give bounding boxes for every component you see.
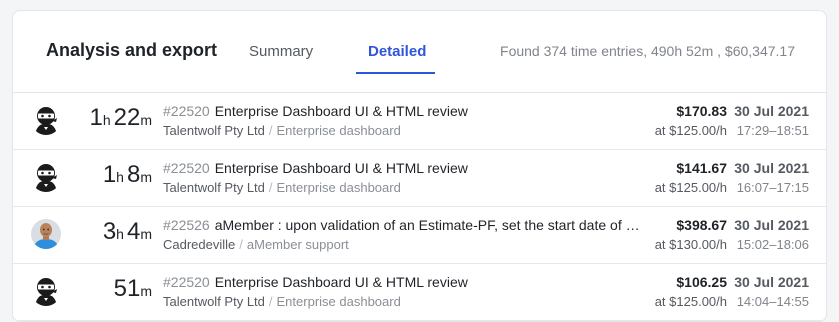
task-name-link[interactable]: Enterprise Dashboard UI & HTML review [215,160,468,176]
time-entry-row[interactable]: 1h 8m #22520 Enterprise Dashboard UI & HTM… [13,150,826,207]
entry-date: 30 Jul 2021 [734,160,809,176]
separator: / [268,180,273,195]
entry-amount: $398.67 [676,217,727,233]
time-entry-row[interactable]: 51m #22520 Enterprise Dashboard UI & HTML… [13,264,826,321]
duration-minutes-unit: m [140,169,152,185]
duration: 1h 22m [89,104,152,132]
project-name: aMember support [246,237,349,252]
duration-hours-unit: h [116,169,124,185]
time-entry-row[interactable]: 3h 4m #22526 aMember : upon validation of … [13,207,826,264]
task-line: #22520 Enterprise Dashboard UI & HTML rev… [163,103,643,119]
client-name: Cadredeville [163,237,236,252]
user-photo-avatar-icon [31,219,61,249]
duration: 3h 4m [103,218,152,246]
time-range: 17:29–18:51 [736,123,809,138]
duration-minutes: 51 [113,275,141,302]
ninja-avatar-icon [31,105,61,135]
client-name: Talentwolf Pty Ltd [163,123,265,138]
duration-hours: 1 [89,104,103,131]
duration: 1h 8m [103,161,152,189]
tab-summary[interactable]: Summary [249,43,313,60]
client-project-line: Talentwolf Pty Ltd / Enterprise dashboard [163,180,401,195]
duration-minutes: 22 [113,104,141,131]
time-entries-card: Analysis and export Summary Detailed Fou… [12,10,827,322]
task-id-link[interactable]: #22520 [163,274,210,290]
entry-amount: $141.67 [676,160,727,176]
active-tab-indicator [356,72,435,74]
time-range: 16:07–17:15 [736,180,809,195]
time-range: 14:04–14:55 [736,294,809,309]
client-project-line: Cadredeville / aMember support [163,237,349,252]
hourly-rate: at $130.00/h [654,237,727,252]
duration-hours-unit: h [116,226,124,242]
duration-hours-unit: h [102,112,111,128]
task-name-link[interactable]: aMember : upon validation of an Estimate… [215,217,643,233]
project-name: Enterprise dashboard [276,294,401,309]
duration-hours: 3 [102,218,117,245]
project-name: Enterprise dashboard [276,123,401,138]
task-line: #22520 Enterprise Dashboard UI & HTML rev… [163,160,643,176]
duration: 51m [111,275,152,303]
project-name: Enterprise dashboard [276,180,401,195]
entry-amount: $170.83 [676,103,727,119]
separator: / [268,123,273,138]
task-id-link[interactable]: #22526 [163,217,210,233]
results-summary: Found 374 time entries, 490h 52m , $60,3… [500,43,795,59]
entry-date: 30 Jul 2021 [734,217,809,233]
client-name: Talentwolf Pty Ltd [163,180,265,195]
entry-date: 30 Jul 2021 [734,274,809,290]
ninja-avatar-icon [31,162,61,192]
hourly-rate: at $125.00/h [654,294,727,309]
tab-detailed[interactable]: Detailed [368,43,426,60]
task-id-link[interactable]: #22520 [163,160,210,176]
duration-minutes: 8 [126,161,141,188]
task-line: #22526 aMember : upon validation of an Es… [163,217,643,233]
task-name-link[interactable]: Enterprise Dashboard UI & HTML review [215,103,468,119]
hourly-rate: at $125.00/h [654,123,727,138]
separator: / [268,294,273,309]
hourly-rate: at $125.00/h [654,180,727,195]
time-entry-row[interactable]: 1h 22m #22520 Enterprise Dashboard UI & HT… [13,93,826,150]
task-id-link[interactable]: #22520 [163,103,210,119]
duration-minutes-unit: m [140,226,152,242]
ninja-avatar-icon [31,276,61,306]
time-range: 15:02–18:06 [736,237,809,252]
entry-amount: $106.25 [676,274,727,290]
duration-minutes-unit: m [140,112,152,128]
task-line: #22520 Enterprise Dashboard UI & HTML rev… [163,274,643,290]
card-header: Analysis and export Summary Detailed Fou… [13,11,826,93]
duration-hours: 1 [102,161,117,188]
page-title: Analysis and export [46,40,218,60]
separator: / [239,237,243,252]
entry-date: 30 Jul 2021 [734,103,809,119]
client-project-line: Talentwolf Pty Ltd / Enterprise dashboard [163,294,401,309]
duration-minutes-unit: m [140,283,152,299]
client-name: Talentwolf Pty Ltd [163,294,265,309]
task-name-link[interactable]: Enterprise Dashboard UI & HTML review [215,274,468,290]
client-project-line: Talentwolf Pty Ltd / Enterprise dashboard [163,123,401,138]
duration-minutes: 4 [126,218,141,245]
